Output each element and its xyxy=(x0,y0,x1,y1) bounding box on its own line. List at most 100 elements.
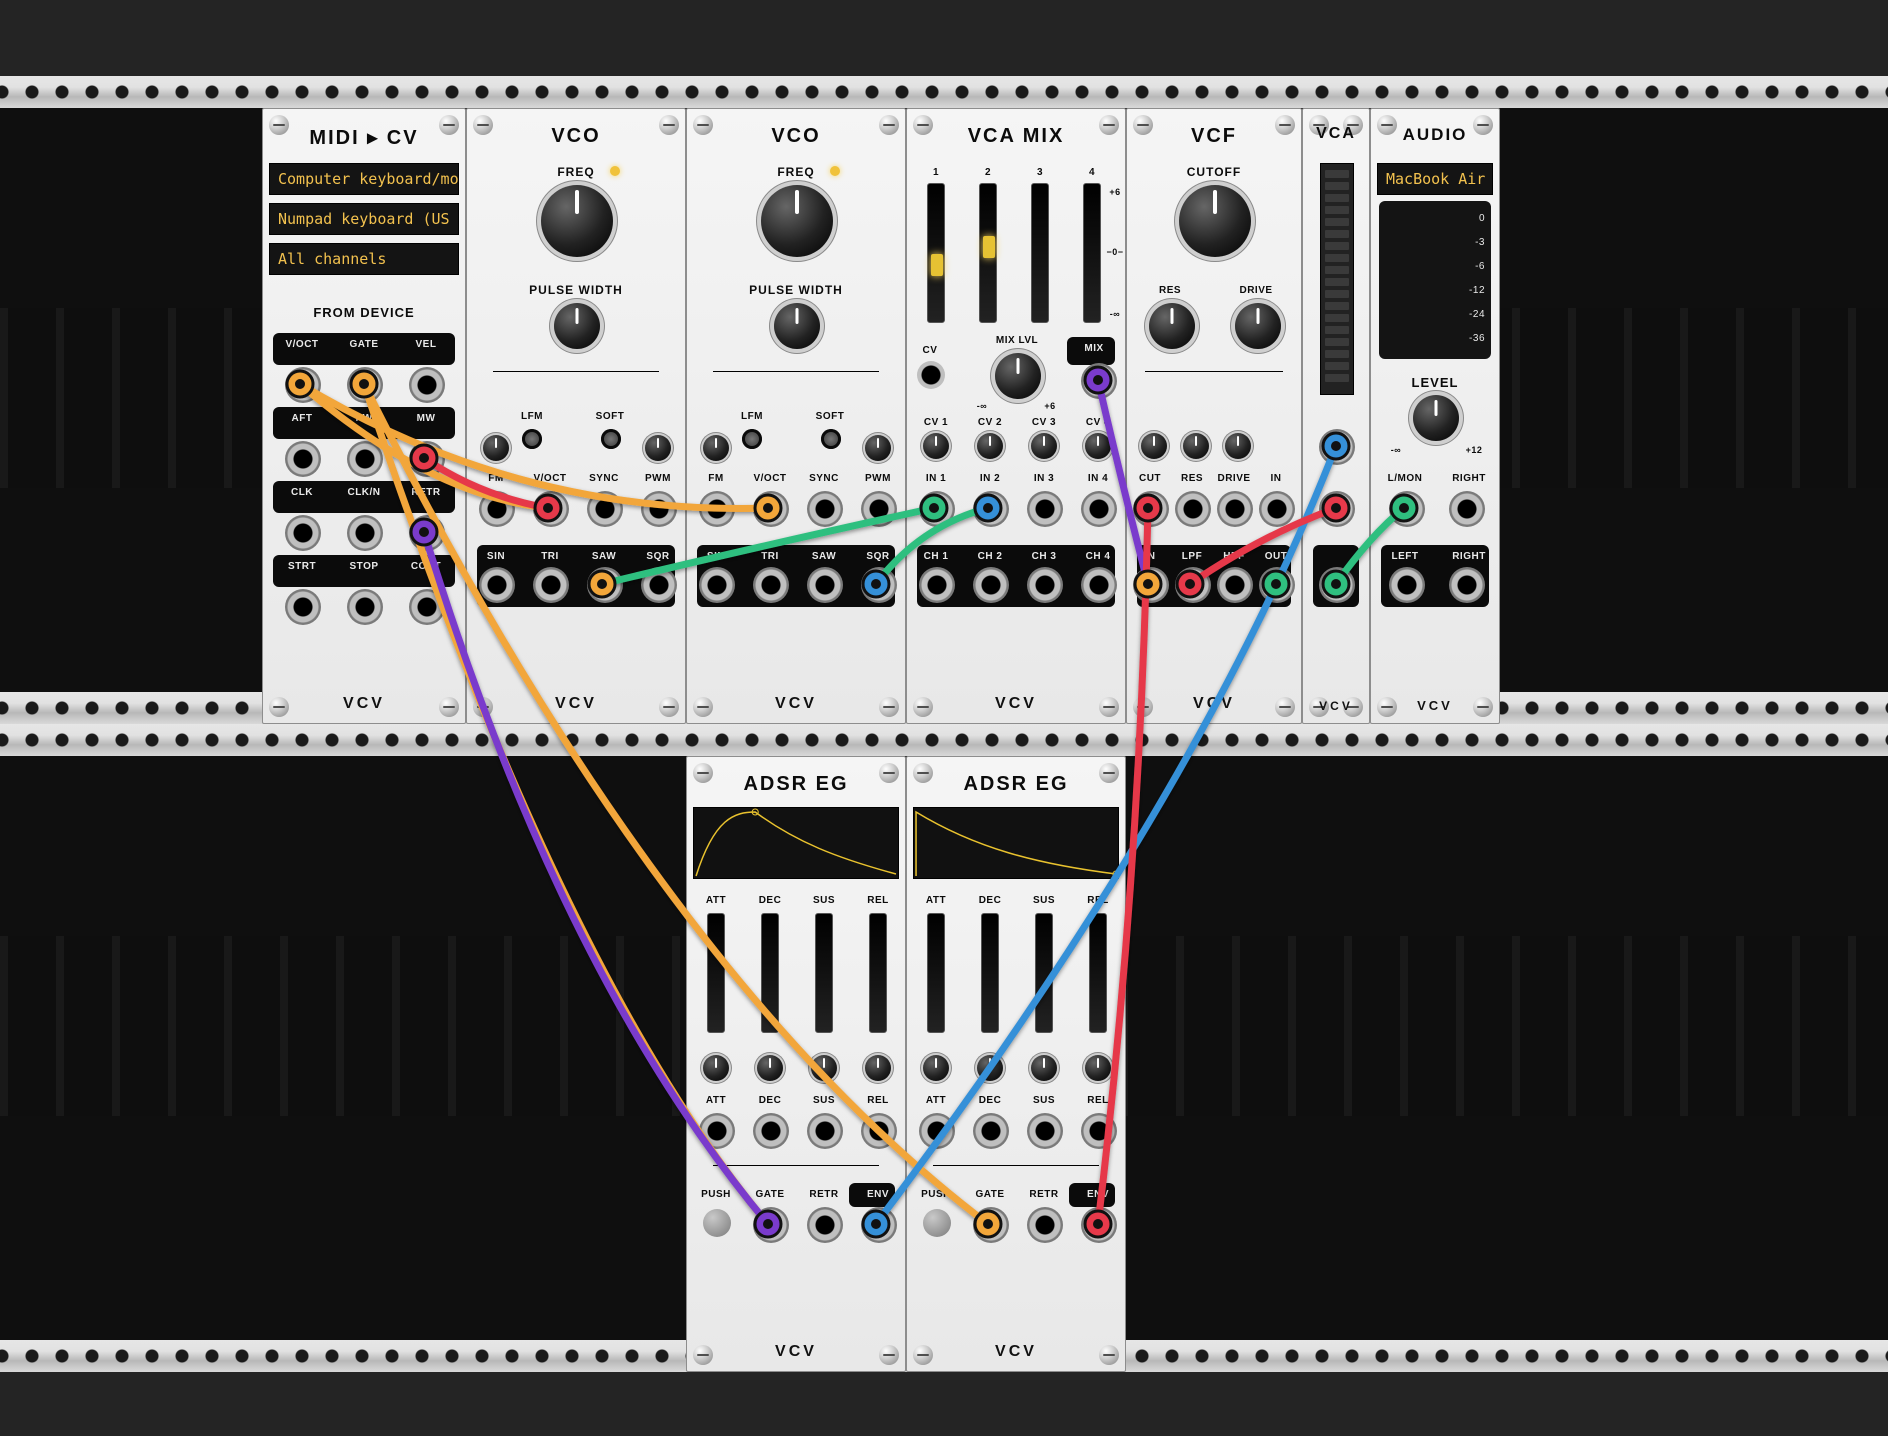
jack-mix-out[interactable] xyxy=(1081,363,1117,399)
module-vca-mix[interactable]: VCA MIX 1 2 3 4 +6 −0− -∞ CV MIX LVL MIX… xyxy=(906,108,1126,724)
push-button[interactable] xyxy=(703,1209,731,1237)
jack-fm-in[interactable] xyxy=(479,491,515,527)
jack-vcf-in[interactable] xyxy=(1133,567,1169,603)
level-knob[interactable] xyxy=(1413,395,1459,441)
pulse-width-knob[interactable] xyxy=(554,303,600,349)
ch1-slider[interactable] xyxy=(927,183,945,323)
jack-sync-in[interactable] xyxy=(807,491,843,527)
jack-sin-out[interactable] xyxy=(479,567,515,603)
jack-cut-cv[interactable] xyxy=(1133,491,1169,527)
jack-mw-out[interactable] xyxy=(409,441,445,477)
jack-stop-out[interactable] xyxy=(347,589,383,625)
jack-pwm-in[interactable] xyxy=(861,491,897,527)
pwm-atten-knob[interactable] xyxy=(645,435,671,461)
jack-in1[interactable] xyxy=(919,491,955,527)
jack-pwm-in[interactable] xyxy=(641,491,677,527)
jack-fm-in[interactable] xyxy=(699,491,735,527)
pulse-width-knob[interactable] xyxy=(774,303,820,349)
jack-gate-in[interactable] xyxy=(973,1207,1009,1243)
module-vco-1[interactable]: VCO FREQ PULSE WIDTH LFM SOFT FM V/OCT S… xyxy=(466,108,686,724)
drive-knob[interactable] xyxy=(1235,303,1281,349)
jack-sus-cv[interactable] xyxy=(807,1113,843,1149)
jack-att-cv[interactable] xyxy=(919,1113,955,1149)
dec-slider[interactable] xyxy=(981,913,999,1033)
module-vcf[interactable]: VCF CUTOFF RES DRIVE CUT RES DRIVE IN IN… xyxy=(1126,108,1302,724)
fm-atten-knob[interactable] xyxy=(703,435,729,461)
jack-vca-in[interactable] xyxy=(1319,491,1355,527)
jack-sqr-out[interactable] xyxy=(641,567,677,603)
jack-env-out[interactable] xyxy=(1081,1207,1117,1243)
sus-cv-knob[interactable] xyxy=(811,1055,837,1081)
jack-tri-out[interactable] xyxy=(753,567,789,603)
push-button[interactable] xyxy=(923,1209,951,1237)
jack-left-out[interactable] xyxy=(1389,567,1425,603)
jack-vca-cv[interactable] xyxy=(1319,429,1355,465)
module-adsr-1[interactable]: ADSR EG ATT DEC SUS REL ATT DEC SUS REL … xyxy=(686,756,906,1372)
lfm-switch[interactable] xyxy=(742,429,762,449)
jack-dec-cv[interactable] xyxy=(973,1113,1009,1149)
fm-atten-knob[interactable] xyxy=(483,435,509,461)
jack-voct-in[interactable] xyxy=(753,491,789,527)
jack-saw-out[interactable] xyxy=(587,567,623,603)
jack-att-cv[interactable] xyxy=(699,1113,735,1149)
cutoff-knob[interactable] xyxy=(1179,185,1251,257)
module-vco-2[interactable]: VCO FREQ PULSE WIDTH LFM SOFT FM V/OCT S… xyxy=(686,108,906,724)
jack-lpf-out[interactable] xyxy=(1175,567,1211,603)
module-adsr-2[interactable]: ADSR EG ATT DEC SUS REL ATT DEC SUS REL … xyxy=(906,756,1126,1372)
jack-cont-out[interactable] xyxy=(409,589,445,625)
mix-lvl-knob[interactable] xyxy=(995,353,1041,399)
jack-sqr-out[interactable] xyxy=(861,567,897,603)
jack-in4[interactable] xyxy=(1081,491,1117,527)
lfm-switch[interactable] xyxy=(522,429,542,449)
ch2-slider[interactable] xyxy=(979,183,997,323)
att-slider[interactable] xyxy=(707,913,725,1033)
jack-mix-cv[interactable] xyxy=(917,361,945,389)
cv2-atten-knob[interactable] xyxy=(977,433,1003,459)
rel-slider[interactable] xyxy=(1089,913,1107,1033)
jack-rel-cv[interactable] xyxy=(1081,1113,1117,1149)
jack-rel-cv[interactable] xyxy=(861,1113,897,1149)
jack-env-out[interactable] xyxy=(861,1207,897,1243)
jack-ch2-out[interactable] xyxy=(973,567,1009,603)
module-vca[interactable]: VCA VCV xyxy=(1302,108,1370,724)
att-slider[interactable] xyxy=(927,913,945,1033)
sus-slider[interactable] xyxy=(1035,913,1053,1033)
jack-pw-out[interactable] xyxy=(347,441,383,477)
jack-vcf-in-top[interactable] xyxy=(1259,491,1295,527)
cv3-atten-knob[interactable] xyxy=(1031,433,1057,459)
audio-device-row[interactable]: MacBook Air xyxy=(1377,163,1493,195)
jack-clkn-out[interactable] xyxy=(347,515,383,551)
jack-ch3-out[interactable] xyxy=(1027,567,1063,603)
ch4-slider[interactable] xyxy=(1083,183,1101,323)
cut-atten-knob[interactable] xyxy=(1141,433,1167,459)
freq-knob[interactable] xyxy=(761,185,833,257)
jack-vca-out[interactable] xyxy=(1319,567,1355,603)
jack-gate-out[interactable] xyxy=(347,367,383,403)
rel-cv-knob[interactable] xyxy=(1085,1055,1111,1081)
dec-slider[interactable] xyxy=(761,913,779,1033)
module-midi-cv[interactable]: MIDI ▸ CV Computer keyboard/mo Numpad ke… xyxy=(262,108,466,724)
att-cv-knob[interactable] xyxy=(923,1055,949,1081)
ch3-slider[interactable] xyxy=(1031,183,1049,323)
jack-right-out[interactable] xyxy=(1449,567,1485,603)
jack-sync-in[interactable] xyxy=(587,491,623,527)
jack-retr-in[interactable] xyxy=(807,1207,843,1243)
jack-dec-cv[interactable] xyxy=(753,1113,789,1149)
jack-voct-in[interactable] xyxy=(533,491,569,527)
jack-hpf-out[interactable] xyxy=(1217,567,1253,603)
jack-drive-cv[interactable] xyxy=(1217,491,1253,527)
jack-retr-out[interactable] xyxy=(409,515,445,551)
midi-driver-row[interactable]: Numpad keyboard (US xyxy=(269,203,459,235)
cv1-atten-knob[interactable] xyxy=(923,433,949,459)
soft-switch[interactable] xyxy=(601,429,621,449)
jack-clk-out[interactable] xyxy=(285,515,321,551)
jack-vcf-out[interactable] xyxy=(1259,567,1295,603)
drive-atten-knob[interactable] xyxy=(1225,433,1251,459)
jack-gate-in[interactable] xyxy=(753,1207,789,1243)
jack-in3[interactable] xyxy=(1027,491,1063,527)
dec-cv-knob[interactable] xyxy=(757,1055,783,1081)
pwm-atten-knob[interactable] xyxy=(865,435,891,461)
jack-res-cv[interactable] xyxy=(1175,491,1211,527)
rel-cv-knob[interactable] xyxy=(865,1055,891,1081)
jack-saw-out[interactable] xyxy=(807,567,843,603)
